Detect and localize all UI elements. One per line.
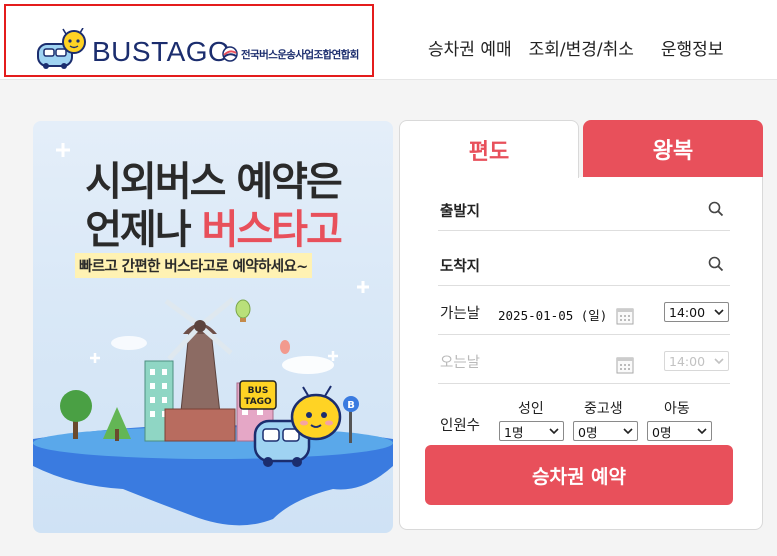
child-count-value: 0명	[652, 424, 672, 440]
promo-banner[interactable]: B BUS TAGO 시외버스 예약은 언제나 버스타고 빠르고 간편한 버스타…	[33, 121, 393, 533]
arrival-label: 도착지	[440, 259, 481, 275]
departure-field[interactable]: 출발지	[438, 177, 730, 231]
header: BUSTAGO 전국버스운송사업조합연합회 승차권 예매 조회/변경/취소 운행…	[0, 0, 777, 80]
banner-subtitle: 빠르고 간편한 버스타고로 예약하세요~	[75, 253, 312, 278]
association-logo: 전국버스운송사업조합연합회	[222, 46, 359, 62]
departure-label: 출발지	[440, 204, 481, 220]
adult-label: 성인	[518, 401, 544, 417]
go-time-select[interactable]: 14:00	[664, 302, 729, 322]
go-date-row: 가는날 2025-01-05 (일) 14:00	[438, 287, 730, 335]
chevron-down-icon	[714, 358, 724, 365]
search-icon[interactable]	[708, 256, 724, 272]
return-date-label: 오는날	[440, 355, 481, 371]
adult-count-select[interactable]: 1명	[499, 421, 564, 441]
nav-booking[interactable]: 승차권 예매	[428, 35, 512, 60]
chevron-down-icon	[697, 428, 707, 435]
search-icon[interactable]	[708, 201, 724, 217]
adult-count-value: 1명	[504, 424, 524, 440]
return-date-row: 오는날 14:00	[438, 336, 730, 384]
mascot-icon	[37, 28, 86, 69]
logo-highlight-box[interactable]: BUSTAGO 전국버스운송사업조합연합회	[4, 4, 374, 77]
child-count-select[interactable]: 0명	[647, 421, 712, 441]
bus-stop-sign-label: B	[347, 400, 355, 411]
logo-text: BUSTAGO	[92, 36, 231, 67]
emblem-icon	[222, 46, 238, 62]
go-date-label: 가는날	[440, 306, 481, 322]
book-ticket-button[interactable]: 승차권 예약	[425, 445, 733, 505]
calendar-icon[interactable]	[616, 356, 634, 374]
tab-round-trip[interactable]: 왕복	[583, 120, 763, 178]
chevron-down-icon	[623, 428, 633, 435]
arrival-field[interactable]: 도착지	[438, 232, 730, 286]
youth-label: 중고생	[584, 401, 623, 417]
banner-headline-2: 언제나 버스타고	[33, 197, 393, 255]
nav-lookup-change-cancel[interactable]: 조회/변경/취소	[529, 35, 634, 60]
go-date-value[interactable]: 2025-01-05 (일)	[498, 305, 607, 324]
calendar-icon[interactable]	[616, 307, 634, 325]
nav-schedule-info[interactable]: 운행정보	[661, 35, 724, 60]
return-time-select[interactable]: 14:00	[664, 351, 729, 371]
passengers-row: 인원수 성인 중고생 아동 1명 0명 0명	[438, 385, 730, 445]
go-time-value: 14:00	[669, 304, 706, 320]
bus-sign-top: BUS	[248, 386, 269, 396]
chevron-down-icon	[549, 428, 559, 435]
main-nav: 승차권 예매 조회/변경/취소 운행정보	[428, 35, 723, 60]
tab-one-way[interactable]: 편도	[399, 120, 579, 178]
chevron-down-icon	[714, 309, 724, 316]
child-label: 아동	[664, 401, 690, 417]
booking-panel: 출발지 도착지 가는날 2025-01-05 (일) 14:00 오는날 14:…	[399, 177, 763, 530]
bus-sign-bottom: TAGO	[244, 397, 272, 407]
association-name: 전국버스운송사업조합연합회	[241, 48, 359, 61]
youth-count-select[interactable]: 0명	[573, 421, 638, 441]
passengers-label: 인원수	[440, 418, 481, 434]
banner-headline-2-highlight: 버스타고	[201, 207, 343, 253]
youth-count-value: 0명	[578, 424, 598, 440]
return-time-value: 14:00	[669, 353, 706, 369]
banner-headline-2-prefix: 언제나	[85, 207, 202, 253]
